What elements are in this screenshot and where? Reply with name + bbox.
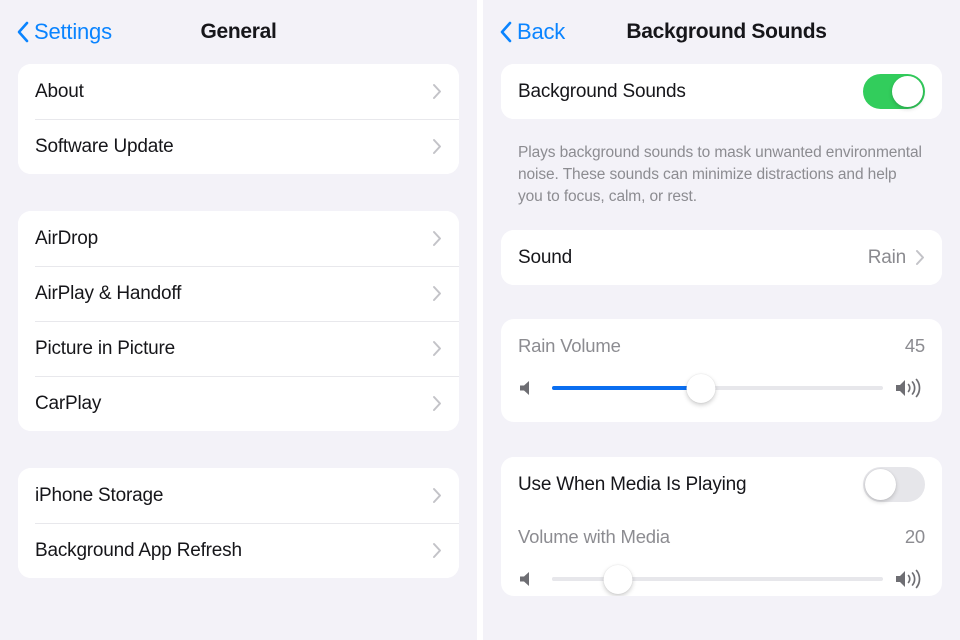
- rain-volume-card: Rain Volume 45: [501, 319, 942, 422]
- toggle-knob: [865, 469, 896, 500]
- settings-group-info: About Software Update: [18, 64, 459, 174]
- chevron-right-icon: [433, 488, 441, 503]
- media-volume-header: Volume with Media 20: [518, 526, 925, 548]
- row-label: Sound: [518, 246, 572, 268]
- chevron-right-icon: [433, 231, 441, 246]
- slider-thumb[interactable]: [603, 564, 633, 594]
- sound-selection-group: Sound Rain: [501, 230, 942, 285]
- sound-row[interactable]: Sound Rain: [501, 230, 942, 285]
- media-volume-slider-row: [518, 562, 925, 596]
- dual-screenshot-container: Settings General About Software Update A…: [0, 0, 960, 640]
- background-sounds-description: Plays background sounds to mask unwanted…: [518, 144, 922, 205]
- right-navigation-bar: Back Background Sounds: [483, 0, 960, 64]
- settings-row-about[interactable]: About: [18, 64, 459, 119]
- left-navigation-bar: Settings General: [0, 0, 477, 64]
- settings-row-background-app-refresh[interactable]: Background App Refresh: [18, 523, 459, 578]
- chevron-right-icon: [433, 139, 441, 154]
- row-label: Background Sounds: [518, 80, 686, 102]
- chevron-left-icon: [500, 21, 512, 43]
- row-label: Background App Refresh: [35, 539, 242, 561]
- chevron-right-icon: [916, 250, 924, 265]
- speaker-low-icon: [520, 381, 529, 395]
- back-button[interactable]: Back: [499, 21, 565, 43]
- use-when-media-playing-row: Use When Media Is Playing: [501, 457, 942, 512]
- row-label: About: [35, 80, 84, 102]
- toggle-knob: [892, 76, 923, 107]
- settings-row-carplay[interactable]: CarPlay: [18, 376, 459, 431]
- settings-row-airdrop[interactable]: AirDrop: [18, 211, 459, 266]
- speaker-low-icon: [520, 572, 529, 586]
- rain-volume-header: Rain Volume 45: [518, 335, 925, 357]
- rain-volume-slider[interactable]: [552, 371, 883, 405]
- chevron-right-icon: [433, 84, 441, 99]
- settings-row-software-update[interactable]: Software Update: [18, 119, 459, 174]
- rain-volume-label: Rain Volume: [518, 335, 621, 356]
- use-when-media-playing-toggle[interactable]: [863, 467, 925, 502]
- row-label: AirDrop: [35, 227, 99, 249]
- media-volume-label: Volume with Media: [518, 526, 670, 547]
- rain-volume-slider-row: [518, 371, 925, 405]
- settings-row-iphone-storage[interactable]: iPhone Storage: [18, 468, 459, 523]
- sound-selected-value: Rain: [867, 246, 906, 268]
- settings-group-storage: iPhone Storage Background App Refresh: [18, 468, 459, 578]
- rain-volume-value: 45: [904, 335, 925, 356]
- row-label: iPhone Storage: [35, 484, 164, 506]
- back-button-label: Settings: [34, 19, 112, 44]
- left-phone-screen: Settings General About Software Update A…: [0, 0, 477, 640]
- row-label: AirPlay & Handoff: [35, 282, 182, 304]
- chevron-right-icon: [433, 396, 441, 411]
- chevron-right-icon: [433, 286, 441, 301]
- media-volume-card: Volume with Media 20: [501, 512, 942, 596]
- background-sounds-list: Background Sounds Plays background sound…: [483, 64, 960, 596]
- chevron-left-icon: [17, 21, 29, 43]
- settings-row-airplay-handoff[interactable]: AirPlay & Handoff: [18, 266, 459, 321]
- slider-thumb[interactable]: [686, 373, 716, 403]
- chevron-right-icon: [433, 543, 441, 558]
- back-button-label: Back: [517, 19, 566, 44]
- speaker-high-icon: [896, 378, 921, 398]
- row-label: CarPlay: [35, 392, 102, 414]
- settings-back-button[interactable]: Settings: [16, 21, 112, 43]
- slider-fill: [552, 386, 701, 390]
- background-sounds-toggle-group: Background Sounds: [501, 64, 942, 119]
- background-sounds-toggle[interactable]: [863, 74, 925, 109]
- media-volume-value: 20: [904, 526, 925, 547]
- row-label: Picture in Picture: [35, 337, 176, 359]
- background-sounds-toggle-row: Background Sounds: [501, 64, 942, 119]
- speaker-high-icon: [896, 569, 921, 589]
- chevron-right-icon: [433, 341, 441, 356]
- media-volume-slider[interactable]: [552, 562, 883, 596]
- row-label: Software Update: [35, 135, 174, 157]
- settings-row-picture-in-picture[interactable]: Picture in Picture: [18, 321, 459, 376]
- media-settings-group: Use When Media Is Playing: [501, 457, 942, 512]
- right-phone-screen: Back Background Sounds Background Sounds…: [483, 0, 960, 640]
- left-settings-list: About Software Update AirDrop AirPlay & …: [0, 64, 477, 578]
- settings-group-connectivity: AirDrop AirPlay & Handoff Picture in Pic…: [18, 211, 459, 431]
- row-label: Use When Media Is Playing: [518, 473, 747, 495]
